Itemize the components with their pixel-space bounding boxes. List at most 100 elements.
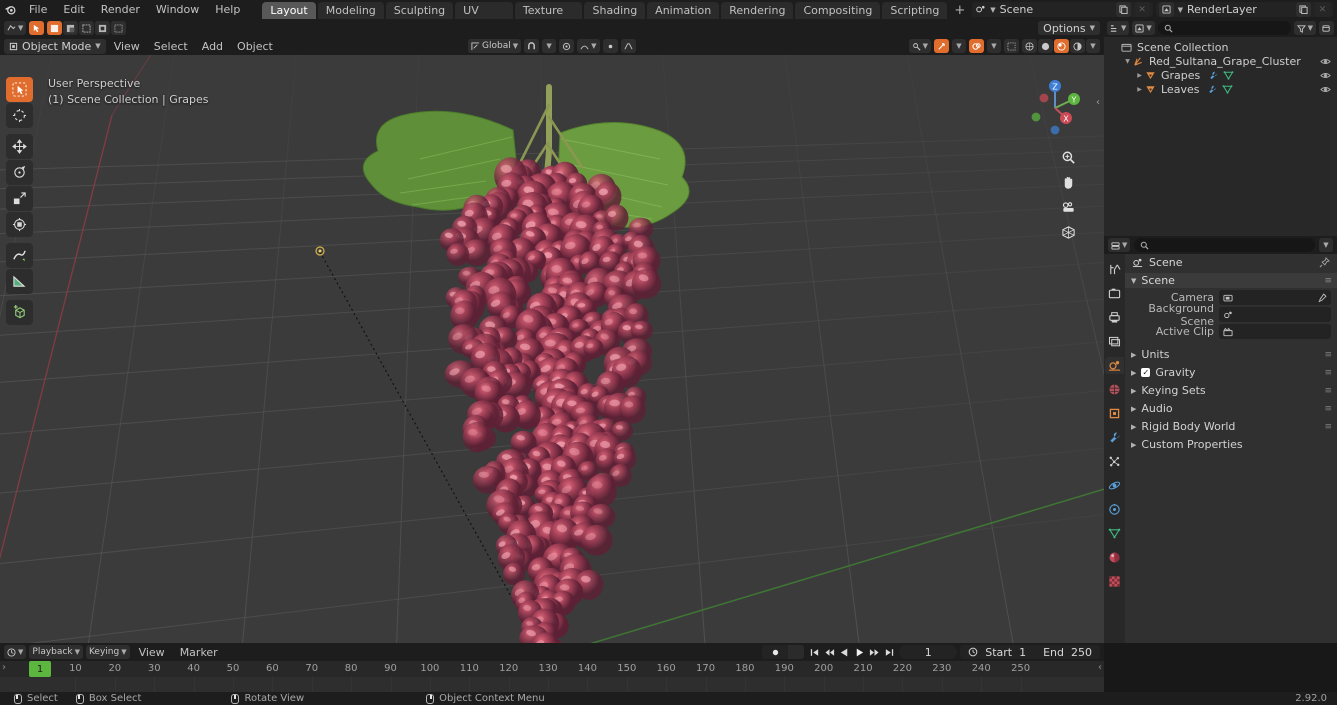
move-tool[interactable] bbox=[6, 134, 33, 159]
start-value[interactable]: 1 bbox=[1019, 646, 1026, 659]
outliner-search-input[interactable] bbox=[1157, 21, 1291, 35]
outliner-row-leaves[interactable]: ▶ Leaves bbox=[1104, 82, 1337, 96]
tab-animation[interactable]: Animation bbox=[647, 2, 720, 19]
select-set-button[interactable] bbox=[47, 21, 63, 35]
delete-scene-button[interactable]: ✕ bbox=[1134, 2, 1150, 17]
disclosure-closed-icon-grapes[interactable]: ▶ bbox=[1134, 72, 1145, 79]
object-tab[interactable] bbox=[1105, 405, 1124, 422]
panel-gravity[interactable]: ▶ ✓ Gravity ≡ bbox=[1125, 365, 1337, 380]
select-extend-button[interactable] bbox=[63, 21, 79, 35]
properties-options-button[interactable]: ▼ bbox=[1319, 238, 1333, 252]
visibility-selector-button[interactable]: ▼ bbox=[908, 39, 931, 53]
timeline-left-toggle[interactable]: › bbox=[2, 662, 6, 673]
shading-material-preview-button[interactable] bbox=[1054, 39, 1069, 53]
tweak-select-tool[interactable] bbox=[6, 77, 33, 102]
pin-id-icon[interactable] bbox=[1319, 257, 1330, 268]
timeline-menu-keying[interactable]: Keying ▼ bbox=[85, 645, 130, 659]
snap-magnet-button[interactable] bbox=[524, 39, 540, 53]
camera-field[interactable] bbox=[1219, 290, 1331, 305]
scene-browse-icon[interactable] bbox=[975, 4, 986, 15]
outliner-new-collection-button[interactable] bbox=[1319, 21, 1334, 35]
shading-dropdown[interactable]: ▼ bbox=[1086, 39, 1100, 53]
timeline-menu-playback[interactable]: Playback ▼ bbox=[29, 645, 83, 659]
panel-units[interactable]: ▶ Units ≡ bbox=[1125, 347, 1337, 362]
measure-tool[interactable] bbox=[6, 269, 33, 294]
modifier-icon-grapes[interactable] bbox=[1208, 70, 1219, 81]
pan-hand-icon[interactable] bbox=[1059, 173, 1078, 192]
xray-toggle-button[interactable] bbox=[1004, 39, 1019, 53]
physics-tab[interactable] bbox=[1105, 477, 1124, 494]
show-gizmo-button[interactable] bbox=[934, 39, 949, 53]
outliner-filter-button[interactable]: ▼ bbox=[1293, 21, 1316, 35]
eyedropper-icon[interactable] bbox=[1317, 292, 1327, 303]
properties-editor[interactable]: ▼ ▼ Scene ▼ Scene ≡ Camera Background Sc… bbox=[1104, 236, 1337, 643]
rotate-tool[interactable] bbox=[6, 160, 33, 185]
visibility-eye-icon-cluster[interactable] bbox=[1320, 56, 1331, 67]
select-subtract-button[interactable] bbox=[79, 21, 95, 35]
active-clip-field[interactable] bbox=[1219, 324, 1331, 339]
transform-tool[interactable] bbox=[6, 212, 33, 237]
view-layer-browse-icon[interactable] bbox=[1158, 2, 1174, 17]
menu-window[interactable]: Window bbox=[148, 1, 207, 18]
annotate-tool[interactable] bbox=[6, 243, 33, 268]
background-scene-field[interactable] bbox=[1219, 307, 1331, 322]
world-tab[interactable] bbox=[1105, 381, 1124, 398]
tab-rendering[interactable]: Rendering bbox=[721, 2, 794, 19]
select-intersect-button[interactable] bbox=[111, 21, 127, 35]
modifier-tab[interactable] bbox=[1105, 429, 1124, 446]
snap-dropdown[interactable]: ▼ bbox=[542, 39, 557, 53]
delete-view-layer-button[interactable]: ✕ bbox=[1315, 2, 1330, 17]
scene-tab[interactable] bbox=[1105, 357, 1124, 374]
timeline-editor[interactable]: ▼ Playback ▼ Keying ▼ View Marker 1 Star… bbox=[0, 643, 1104, 692]
tab-shading[interactable]: Shading bbox=[584, 2, 646, 19]
viewport-menu-view[interactable]: View bbox=[108, 39, 146, 54]
overlays-dropdown[interactable]: ▼ bbox=[987, 39, 1001, 53]
visibility-eye-icon-leaves[interactable] bbox=[1320, 84, 1331, 95]
jump-to-start-button[interactable] bbox=[807, 645, 821, 659]
play-button[interactable] bbox=[852, 645, 866, 659]
timeline-ruler[interactable]: 10 20 30 40 50 60 70 80 90 100 110 120 130 140 150 160 1… bbox=[0, 661, 1104, 677]
end-value[interactable]: 250 bbox=[1071, 646, 1092, 659]
properties-editor-type-button[interactable]: ▼ bbox=[1108, 238, 1131, 252]
editor-type-button[interactable]: ▼ bbox=[4, 21, 27, 35]
mesh-data-icon-leaves[interactable] bbox=[1222, 84, 1233, 95]
jump-to-prev-keyframe-button[interactable] bbox=[822, 645, 836, 659]
shading-solid-button[interactable] bbox=[1038, 39, 1053, 53]
output-tab[interactable] bbox=[1105, 309, 1124, 326]
tab-layout[interactable]: Layout bbox=[262, 2, 316, 19]
viewport-canvas[interactable]: User Perspective (1) Scene Collection | … bbox=[0, 55, 1104, 643]
outliner-row-grape-cluster[interactable]: ▼ Red_Sultana_Grape_Cluster bbox=[1104, 54, 1337, 68]
viewport-menu-select[interactable]: Select bbox=[148, 39, 194, 54]
scale-tool[interactable] bbox=[6, 186, 33, 211]
disclosure-closed-icon-leaves[interactable]: ▶ bbox=[1134, 86, 1145, 93]
timeline-right-toggle[interactable]: ‹ bbox=[1098, 662, 1102, 673]
tab-uv-editing[interactable]: UV Editing bbox=[455, 2, 513, 34]
menu-file[interactable]: File bbox=[21, 1, 55, 18]
play-reverse-button[interactable] bbox=[837, 645, 851, 659]
new-scene-button[interactable] bbox=[1115, 2, 1131, 17]
panel-rigid-body-world[interactable]: ▶ Rigid Body World ≡ bbox=[1125, 419, 1337, 434]
visibility-eye-icon-grapes[interactable] bbox=[1320, 70, 1331, 81]
shading-wireframe-button[interactable] bbox=[1022, 39, 1037, 53]
particles-tab[interactable] bbox=[1105, 453, 1124, 470]
timeline-menu-marker[interactable]: Marker bbox=[174, 645, 224, 660]
menu-edit[interactable]: Edit bbox=[55, 1, 92, 18]
jump-to-end-button[interactable] bbox=[882, 645, 896, 659]
toggle-orthographic-icon[interactable] bbox=[1059, 223, 1078, 242]
viewport-menu-object[interactable]: Object bbox=[231, 39, 279, 54]
proportional-falloff-button[interactable]: ▼ bbox=[577, 39, 600, 53]
outliner-row-grapes[interactable]: ▶ Grapes bbox=[1104, 68, 1337, 82]
object-data-tab[interactable] bbox=[1105, 525, 1124, 542]
proportional-connected-button[interactable] bbox=[602, 39, 618, 53]
texture-tab[interactable] bbox=[1105, 573, 1124, 590]
view-layer-tab[interactable] bbox=[1105, 333, 1124, 350]
menu-render[interactable]: Render bbox=[93, 1, 148, 18]
scene-selector[interactable]: ▼ Scene ✕ bbox=[972, 2, 1153, 17]
camera-view-icon[interactable] bbox=[1059, 198, 1078, 217]
disclosure-open-icon[interactable]: ▼ bbox=[1122, 58, 1133, 65]
tweak-tool-button[interactable] bbox=[29, 21, 45, 35]
show-overlays-button[interactable] bbox=[969, 39, 984, 53]
timeline-menu-view[interactable]: View bbox=[133, 645, 171, 660]
gizmo-dropdown[interactable]: ▼ bbox=[952, 39, 966, 53]
timeline-track-area[interactable] bbox=[0, 677, 1104, 692]
